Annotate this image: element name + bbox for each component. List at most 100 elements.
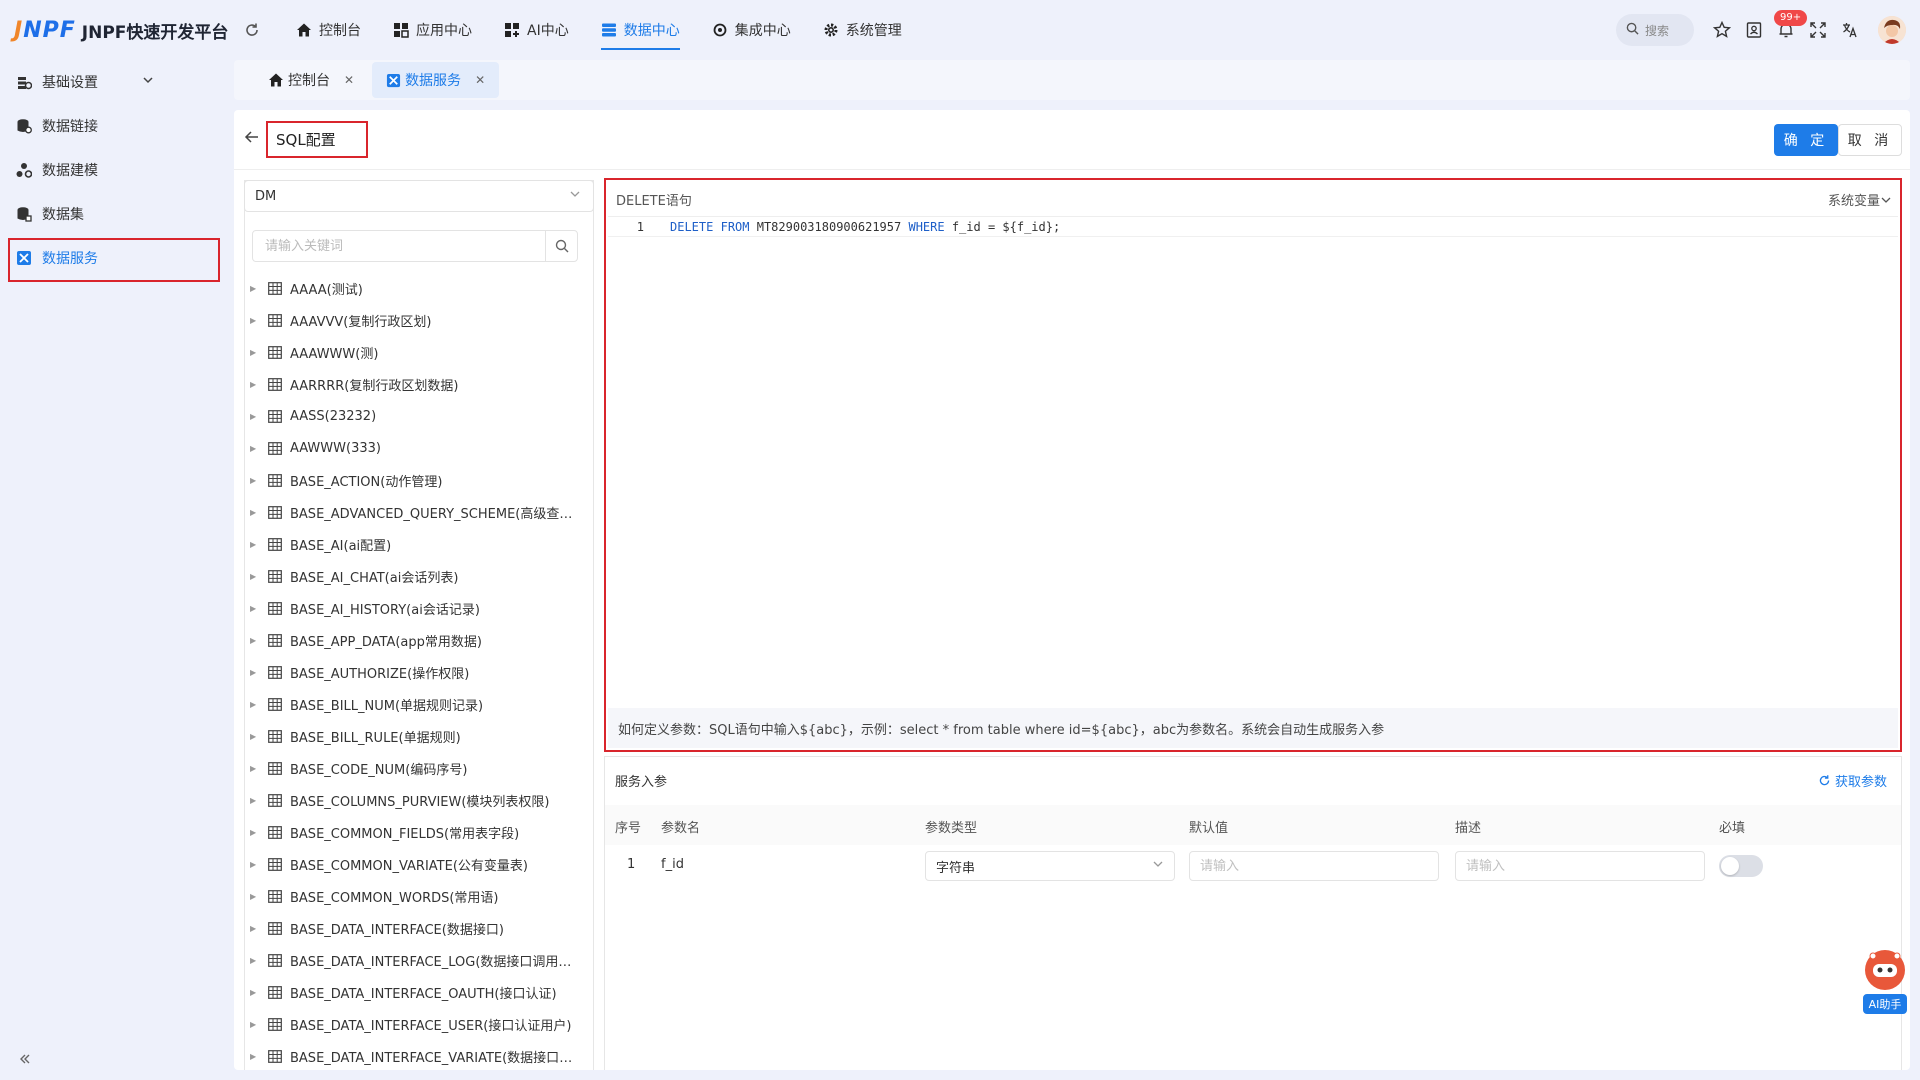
tree-item[interactable]: ▶ BASE_DATA_INTERFACE_LOG(数据接口调用日志) <box>246 944 586 976</box>
tree-item[interactable]: ▶ BASE_BILL_NUM(单据规则记录) <box>246 688 586 720</box>
tree-item[interactable]: ▶ BASE_COLUMNS_PURVIEW(模块列表权限) <box>246 784 586 816</box>
tree-item[interactable]: ▶ BASE_AI_HISTORY(ai会话记录) <box>246 592 586 624</box>
tab-console[interactable]: 控制台 ✕ <box>254 62 368 98</box>
sidebar-item-data-modeling[interactable]: 数据建模 <box>0 148 224 192</box>
nav-label: 数据中心 <box>623 23 680 39</box>
sidebar-item-data-link[interactable]: 数据链接 <box>0 104 224 148</box>
tree-item[interactable]: ▶ BASE_ACTION(动作管理) <box>246 464 586 496</box>
keyword-input[interactable] <box>253 231 545 261</box>
default-value-input[interactable] <box>1189 851 1439 881</box>
tree-item[interactable]: ▶ BASE_APP_DATA(app常用数据) <box>246 624 586 656</box>
toggle-knob <box>1721 857 1739 875</box>
sidebar-item-data-service[interactable]: 数据服务 <box>0 236 224 282</box>
caret-right-icon[interactable]: ▶ <box>250 796 264 805</box>
sidebar-item-dataset[interactable]: 数据集 <box>0 192 224 236</box>
tree-item[interactable]: ▶ AARRRR(复制行政区划数据) <box>246 368 586 400</box>
caret-right-icon[interactable]: ▶ <box>250 444 264 453</box>
cancel-button[interactable]: 取 消 <box>1838 124 1902 156</box>
param-type-select[interactable]: 字符串 <box>925 851 1175 881</box>
close-icon[interactable]: ✕ <box>344 73 354 87</box>
fetch-params-button[interactable]: 获取参数 <box>1818 771 1887 790</box>
caret-right-icon[interactable]: ▶ <box>250 380 264 389</box>
ai-assistant[interactable]: AI助手 <box>1860 950 1910 1020</box>
caret-right-icon[interactable]: ▶ <box>250 1020 264 1029</box>
caret-right-icon[interactable]: ▶ <box>250 316 264 325</box>
tree-item[interactable]: ▶ BASE_BILL_RULE(单据规则) <box>246 720 586 752</box>
tree-item[interactable]: ▶ BASE_ADVANCED_QUERY_SCHEME(高级查询方案) <box>246 496 586 528</box>
caret-right-icon[interactable]: ▶ <box>250 348 264 357</box>
caret-right-icon[interactable]: ▶ <box>250 1052 264 1061</box>
caret-right-icon[interactable]: ▶ <box>250 476 264 485</box>
refresh-icon[interactable] <box>242 20 262 40</box>
caret-right-icon[interactable]: ▶ <box>250 860 264 869</box>
header-search[interactable]: 搜索 <box>1616 14 1694 46</box>
tree-item[interactable]: ▶ BASE_DATA_INTERFACE(数据接口) <box>246 912 586 944</box>
tree-item[interactable]: ▶ BASE_COMMON_VARIATE(公有变量表) <box>246 848 586 880</box>
tree-item[interactable]: ▶ AAAWWW(测) <box>246 336 586 368</box>
nav-console[interactable]: 控制台 <box>280 0 377 60</box>
caret-right-icon[interactable]: ▶ <box>250 572 264 581</box>
tree-item[interactable]: ▶ BASE_DATA_INTERFACE_VARIATE(数据接口变量) <box>246 1040 586 1072</box>
caret-right-icon[interactable]: ▶ <box>250 924 264 933</box>
caret-right-icon[interactable]: ▶ <box>250 892 264 901</box>
caret-right-icon[interactable]: ▶ <box>250 412 264 421</box>
required-toggle[interactable] <box>1719 855 1763 877</box>
tab-data-service[interactable]: 数据服务 ✕ <box>372 62 500 98</box>
table-icon <box>268 857 282 871</box>
caret-right-icon[interactable]: ▶ <box>250 668 264 677</box>
tree-item[interactable]: ▶ BASE_CODE_NUM(编码序号) <box>246 752 586 784</box>
nav-ai-center[interactable]: AI中心 <box>488 0 585 60</box>
table-name: BASE_APP_DATA(app常用数据) <box>290 634 482 650</box>
tree-item[interactable]: ▶ BASE_AI(ai配置) <box>246 528 586 560</box>
nav-data-center[interactable]: 数据中心 <box>585 0 696 60</box>
caret-right-icon[interactable]: ▶ <box>250 732 264 741</box>
table-name: BASE_ADVANCED_QUERY_SCHEME(高级查询方案) <box>290 506 580 522</box>
caret-right-icon[interactable]: ▶ <box>250 764 264 773</box>
caret-right-icon[interactable]: ▶ <box>250 636 264 645</box>
sidebar-item-basic-settings[interactable]: 基础设置 <box>0 60 224 104</box>
sidebar: 基础设置 数据链接 数据建模 数据集 数据服务 <box>0 60 224 1080</box>
fullscreen-icon[interactable] <box>1802 14 1834 46</box>
nav-integration-center[interactable]: 集成中心 <box>696 0 807 60</box>
nav-app-center[interactable]: 应用中心 <box>377 0 488 60</box>
tree-item[interactable]: ▶ BASE_DATA_INTERFACE_USER(接口认证用户) <box>246 1008 586 1040</box>
caret-right-icon[interactable]: ▶ <box>250 956 264 965</box>
caret-right-icon[interactable]: ▶ <box>250 604 264 613</box>
star-icon[interactable] <box>1706 14 1738 46</box>
tree-item[interactable]: ▶ BASE_AI_CHAT(ai会话列表) <box>246 560 586 592</box>
caret-right-icon[interactable]: ▶ <box>250 700 264 709</box>
col-header-name: 参数名 <box>661 821 701 836</box>
database-select[interactable]: DM <box>244 180 594 212</box>
code-editor[interactable]: 1 DELETE FROM MT829003180900621957 WHERE… <box>608 216 1898 706</box>
card-header: SQL配置 确 定 取 消 <box>234 110 1910 170</box>
avatar[interactable] <box>1878 16 1906 44</box>
tree-item[interactable]: ▶ BASE_COMMON_FIELDS(常用表字段) <box>246 816 586 848</box>
sql-editor-box: DELETE语句 系统变量 1 DELETE FROM MT8290031809… <box>604 178 1902 752</box>
model-icon <box>16 162 34 178</box>
translate-icon[interactable] <box>1834 14 1866 46</box>
tree-item[interactable]: ▶ AAAVVV(复制行政区划) <box>246 304 586 336</box>
caret-right-icon[interactable]: ▶ <box>250 508 264 517</box>
search-icon[interactable] <box>545 231 577 261</box>
tree-item[interactable]: ▶ AAAA(测试) <box>246 272 586 304</box>
tree-item[interactable]: ▶ AASS(23232) <box>246 400 586 432</box>
logo[interactable]: JNPF JNPF快速开发平台 <box>14 18 234 43</box>
nav-system-management[interactable]: 系统管理 <box>807 0 918 60</box>
bell-icon[interactable]: 99+ <box>1770 10 1808 46</box>
close-icon[interactable]: ✕ <box>475 73 485 87</box>
caret-right-icon[interactable]: ▶ <box>250 988 264 997</box>
tree-item[interactable]: ▶ AAWWW(333) <box>246 432 586 464</box>
caret-right-icon[interactable]: ▶ <box>250 540 264 549</box>
description-input[interactable] <box>1455 851 1705 881</box>
system-variable-dropdown[interactable]: 系统变量 <box>1828 190 1892 209</box>
back-arrow-icon[interactable] <box>244 129 260 150</box>
user-card-icon[interactable] <box>1738 14 1770 46</box>
caret-right-icon[interactable]: ▶ <box>250 284 264 293</box>
tree-item[interactable]: ▶ BASE_COMMON_WORDS(常用语) <box>246 880 586 912</box>
confirm-button[interactable]: 确 定 <box>1774 124 1838 156</box>
table-name: BASE_ACTION(动作管理) <box>290 474 443 490</box>
caret-right-icon[interactable]: ▶ <box>250 828 264 837</box>
tree-item[interactable]: ▶ BASE_AUTHORIZE(操作权限) <box>246 656 586 688</box>
collapse-sidebar-icon[interactable] <box>18 1052 32 1070</box>
tree-item[interactable]: ▶ BASE_DATA_INTERFACE_OAUTH(接口认证) <box>246 976 586 1008</box>
